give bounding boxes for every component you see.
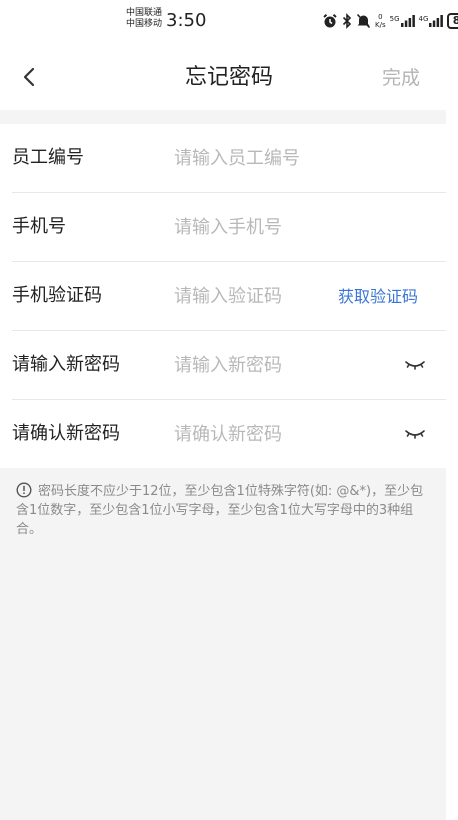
mute-bell-icon [356,13,371,29]
confirm-password-label: 请确认新密码 [12,423,120,444]
carrier-1: 中国联通 [126,8,163,18]
form-row-employee-id: 员工编号 [0,124,446,193]
signal-bars-icon [400,15,415,27]
employee-id-label: 员工编号 [12,147,84,168]
eye-closed-icon [405,430,425,439]
signal-4g: 4G [419,15,444,27]
signal-5g: 5G [390,15,415,27]
new-password-label: 请输入新密码 [12,354,120,375]
eye-closed-icon [405,361,425,370]
confirm-password-input[interactable] [174,420,324,448]
password-rule-hint: 密码长度不应少于12位，至少包含1位特殊字符(如: @&*)，至少包含1位数字，… [16,482,430,539]
done-button[interactable]: 完成 [382,64,420,92]
carrier-names: 中国联通 中国移动 [126,8,162,30]
verification-code-input[interactable] [174,282,324,310]
phone-input[interactable] [174,213,324,241]
net-speed-unit: K/s [375,21,386,29]
status-time: 3:50 [166,10,207,31]
form-row-new-password: 请输入新密码 [0,331,446,400]
password-rule-text: 密码长度不应少于12位，至少包含1位特殊字符(如: @&*)，至少包含1位数字，… [16,484,424,537]
get-code-button[interactable]: 获取验证码 [338,286,418,308]
info-circle-icon [16,482,32,498]
reset-password-form: 员工编号 手机号 手机验证码 获取验证码 请输入新密码 请确认新密码 [0,124,446,468]
network-5g-label: 5G [389,15,400,23]
show-confirm-password-toggle[interactable] [404,426,426,442]
alarm-icon [323,14,337,28]
battery-level: 82 [447,13,458,29]
form-row-phone: 手机号 [0,193,446,262]
form-row-verification-code: 手机验证码 获取验证码 [0,262,446,331]
status-bar: 中国联通 中国移动 3:50 0 K/s 5G 4G 8 [0,0,458,44]
bluetooth-icon [342,13,352,29]
status-icons: 0 K/s 5G 4G 82 [322,10,458,32]
verification-code-label: 手机验证码 [12,285,102,306]
signal-bars-icon [429,15,444,27]
carrier-2: 中国移动 [126,19,163,29]
nav-bar: 忘记密码 完成 [0,44,458,110]
show-password-toggle[interactable] [404,357,426,373]
form-row-confirm-password: 请确认新密码 [0,400,446,468]
battery-indicator: 82 [447,13,458,29]
net-speed: 0 K/s [375,13,386,29]
right-edge-strip [446,110,458,820]
network-4g-label: 4G [418,15,429,23]
phone-label: 手机号 [12,216,66,237]
new-password-input[interactable] [174,351,324,379]
net-speed-value: 0 [378,13,383,21]
employee-id-input[interactable] [174,144,324,172]
